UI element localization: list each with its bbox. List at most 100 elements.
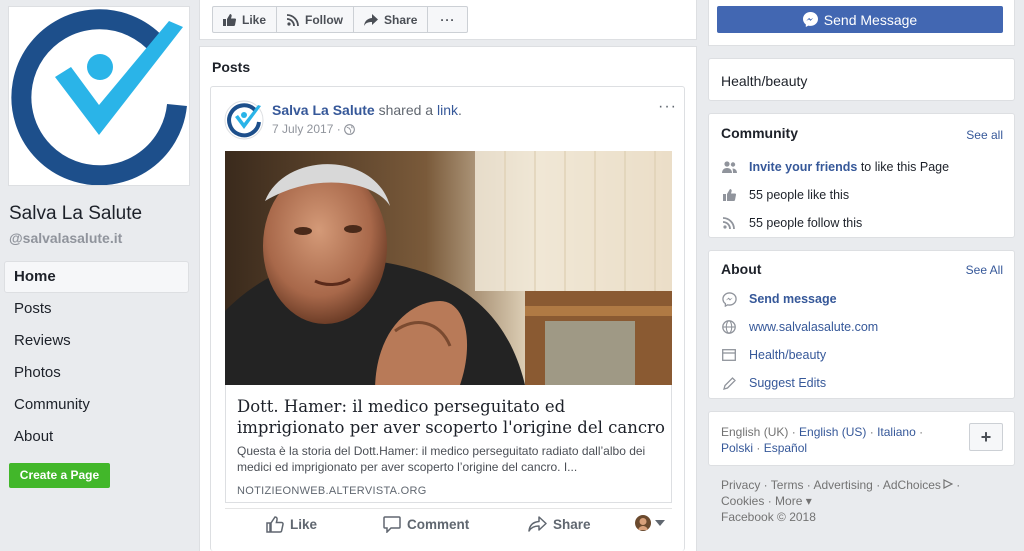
footer-sep: ·	[952, 478, 964, 492]
footer-sep: ·	[760, 478, 771, 492]
lang-sep: ·	[915, 425, 927, 439]
footer-advertising-link[interactable]: Advertising	[813, 478, 872, 492]
post-options-button[interactable]: ···	[658, 98, 677, 116]
post-as-selector[interactable]	[635, 515, 665, 531]
post-share-label: Share	[553, 516, 591, 532]
lang-italiano[interactable]: Italiano	[877, 425, 916, 439]
friends-icon	[721, 159, 737, 175]
about-see-all-link[interactable]: See All	[966, 263, 1003, 277]
page-action-buttons: Like Follow Share ···	[212, 6, 469, 33]
link-preview-source: NOTIZIEONWEB.ALTERVISTA.ORG	[237, 485, 427, 497]
invite-rest-text: to like this Page	[857, 160, 950, 174]
create-page-button[interactable]: Create a Page	[9, 463, 110, 488]
more-options-button[interactable]: ···	[427, 6, 469, 33]
lang-english-uk: English (UK)	[721, 425, 789, 439]
nav-item-about[interactable]: About	[4, 421, 189, 453]
about-category-row: Health/beauty	[721, 347, 826, 363]
about-website-row: www.salvalasalute.com	[721, 319, 878, 335]
share-outline-icon	[528, 516, 547, 532]
community-likes-row: 55 people like this	[721, 187, 849, 203]
page-profile-picture[interactable]	[8, 6, 190, 186]
globe-icon	[344, 123, 355, 135]
likes-count-text: 55 people like this	[749, 188, 850, 202]
about-message-row: Send message	[721, 291, 837, 307]
rss-follow-icon	[287, 13, 299, 26]
post-share-button[interactable]: Share	[528, 516, 591, 532]
lang-espanol[interactable]: Español	[764, 441, 807, 455]
more-dots-icon: ···	[440, 12, 456, 27]
nav-item-posts[interactable]: Posts	[4, 293, 189, 325]
like-page-button[interactable]: Like	[212, 6, 278, 33]
community-invite-row: Invite your friends to like this Page	[721, 159, 949, 175]
footer-terms-link[interactable]: Terms	[771, 478, 804, 492]
footer-copyright: Facebook © 2018	[721, 510, 816, 524]
category-label[interactable]: Health/beauty	[721, 73, 807, 89]
post-like-label: Like	[290, 517, 318, 532]
author-logo-icon	[224, 100, 264, 140]
more-languages-button[interactable]: +	[969, 423, 1003, 451]
language-list: English (UK) · English (US) · Italiano ·…	[721, 424, 951, 456]
follow-page-button[interactable]: Follow	[276, 6, 355, 33]
globe-website-icon	[721, 319, 737, 335]
like-page-label: Like	[242, 12, 267, 27]
link-preview-title[interactable]: Dott. Hamer: il medico perseguitato ed i…	[237, 396, 667, 438]
nav-item-home[interactable]: Home	[4, 261, 189, 293]
category-card: Health/beauty	[708, 58, 1015, 101]
footer-sep: ·	[764, 494, 776, 508]
footer-sep: ·	[872, 478, 883, 492]
category-tag-icon	[721, 347, 737, 363]
man-portrait-photo	[225, 151, 672, 385]
about-title: About	[721, 261, 762, 277]
user-avatar-icon	[635, 515, 651, 531]
posts-heading: Posts	[212, 59, 251, 75]
post-author-link[interactable]: Salva La Salute	[272, 102, 375, 118]
lang-english-us[interactable]: English (US)	[799, 425, 866, 439]
footer-adchoices-link[interactable]: AdChoices	[883, 478, 941, 492]
page-name: Salva La Salute	[9, 203, 143, 224]
send-message-button[interactable]: Send Message	[717, 6, 1003, 33]
community-see-all-link[interactable]: See all	[966, 128, 1003, 142]
pencil-icon	[721, 375, 737, 391]
footer-sep: ·	[803, 478, 814, 492]
nav-item-photos[interactable]: Photos	[4, 357, 189, 389]
website-link[interactable]: www.salvalasalute.com	[749, 320, 878, 334]
about-card: About See All Send message www.salvalasa…	[708, 250, 1015, 399]
community-follows-row: 55 people follow this	[721, 215, 862, 231]
send-message-link[interactable]: Send message	[749, 292, 837, 306]
page-nav: Home Posts Reviews Photos Community Abou…	[4, 261, 189, 453]
post-header-line: Salva La Salute shared a link.	[272, 102, 462, 118]
comment-bubble-icon	[383, 516, 401, 533]
suggest-edits-link[interactable]: Suggest Edits	[749, 376, 826, 390]
link-preview-description: Questa è la storia del Dott.Hamer: il me…	[237, 444, 646, 474]
post-link-word[interactable]: link	[437, 102, 458, 118]
lang-polski[interactable]: Polski	[721, 441, 753, 455]
post-link-image[interactable]	[225, 151, 672, 385]
thumbs-up-outline-icon	[266, 516, 284, 533]
footer-links: Privacy · Terms · Advertising · AdChoice…	[721, 477, 991, 525]
post-date[interactable]: 7 July 2017	[272, 122, 333, 136]
post-author-avatar[interactable]	[224, 100, 264, 140]
salva-la-salute-logo	[9, 7, 189, 186]
about-category-link[interactable]: Health/beauty	[749, 348, 826, 362]
about-suggest-row: Suggest Edits	[721, 375, 826, 391]
follows-rss-icon	[721, 215, 737, 231]
post-like-button[interactable]: Like	[266, 516, 317, 533]
adchoices-icon	[943, 479, 954, 489]
post-comment-label: Comment	[407, 517, 470, 532]
nav-item-community[interactable]: Community	[4, 389, 189, 421]
invite-friends-link[interactable]: Invite your friends	[749, 160, 857, 174]
nav-item-reviews[interactable]: Reviews	[4, 325, 189, 357]
footer-cookies-link[interactable]: Cookies	[721, 494, 764, 508]
share-page-label: Share	[384, 12, 418, 27]
share-page-button[interactable]: Share	[353, 6, 429, 33]
footer-more-link[interactable]: More	[775, 494, 802, 508]
send-message-label: Send Message	[823, 11, 918, 28]
post-meta: 7 July 2017 ·	[272, 122, 355, 136]
post-period: .	[458, 102, 462, 118]
lang-sep: ·	[753, 441, 764, 455]
thumbs-up-icon	[223, 13, 236, 26]
post-comment-button[interactable]: Comment	[383, 516, 469, 533]
footer-privacy-link[interactable]: Privacy	[721, 478, 760, 492]
page-handle[interactable]: @salvalasalute.it	[9, 230, 122, 246]
lang-sep: ·	[866, 425, 878, 439]
